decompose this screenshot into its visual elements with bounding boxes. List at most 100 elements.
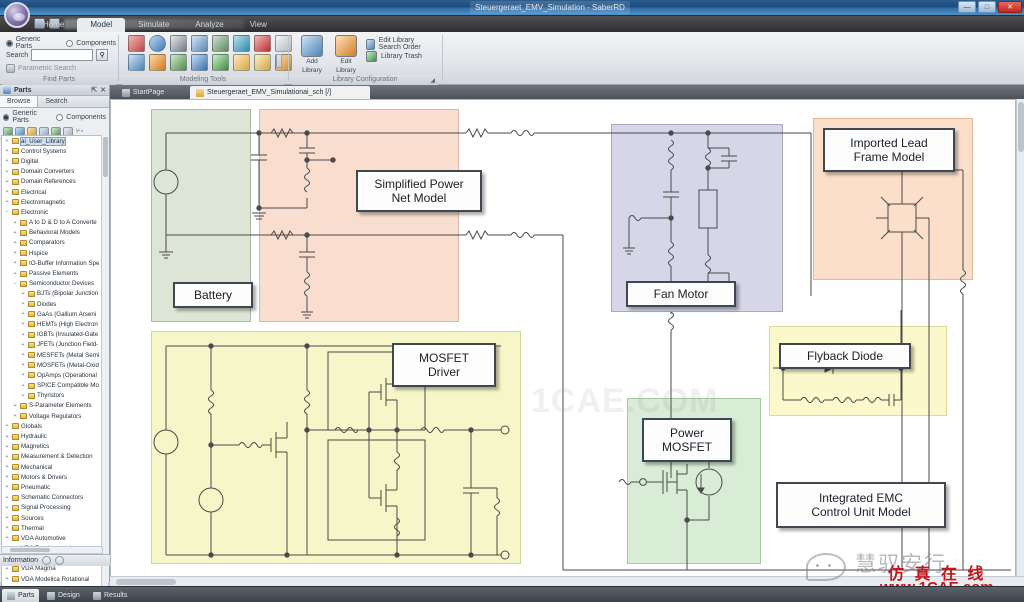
edit-library-search-order-button[interactable]: Edit Library Search Order	[366, 37, 438, 51]
expand-toggle-icon[interactable]: +	[20, 393, 26, 399]
parts-tree-horizontal-scrollbar[interactable]	[1, 546, 103, 554]
collapse-toggle-icon[interactable]: −	[12, 281, 18, 287]
tree-item[interactable]: +GaAs (Gallium Arseni	[2, 309, 102, 319]
edit-library-button[interactable]: Edit Library	[330, 35, 362, 75]
modeling-tools-overflow-button[interactable]	[276, 54, 282, 68]
minimize-button[interactable]: —	[958, 1, 976, 13]
tree-item[interactable]: +BJTs (Bipolar Junction	[2, 289, 102, 299]
tree-item[interactable]: +SPICE Compatible Mo	[2, 381, 102, 391]
expand-toggle-icon[interactable]: +	[20, 301, 26, 307]
library-config-dialog-launcher-icon[interactable]: ◢	[430, 77, 435, 84]
parts-tab-browse[interactable]: Browse	[0, 96, 38, 107]
tree-item[interactable]: +A to D & D to A Converte	[2, 218, 102, 228]
tool-export-icon[interactable]	[128, 54, 145, 71]
parts-tree-vertical-thumb[interactable]	[103, 137, 108, 177]
ribbon-tab-home[interactable]: Home	[30, 18, 77, 32]
library-trash-button[interactable]: Library Trash	[366, 51, 422, 62]
maximize-button[interactable]: □	[978, 1, 996, 13]
expand-toggle-icon[interactable]: +	[12, 240, 18, 246]
expand-toggle-icon[interactable]: +	[4, 535, 10, 541]
tool-folder-save-icon[interactable]	[254, 54, 271, 71]
tree-item[interactable]: +Comparators	[2, 238, 102, 248]
tool-symbol-icon[interactable]	[149, 35, 166, 52]
expand-toggle-icon[interactable]: +	[20, 291, 26, 297]
expand-toggle-icon[interactable]: +	[4, 576, 10, 582]
expand-toggle-icon[interactable]: +	[20, 362, 26, 368]
expand-toggle-icon[interactable]: +	[4, 454, 10, 460]
panel-radio-generic-parts[interactable]: Generic Parts	[3, 110, 50, 124]
information-help-icon[interactable]	[42, 556, 51, 565]
tree-item[interactable]: +Measurement & Detection	[2, 452, 102, 462]
canvas-vertical-scrollbar[interactable]	[1016, 99, 1024, 582]
expand-toggle-icon[interactable]: +	[4, 434, 10, 440]
tool-characterize-icon[interactable]	[170, 35, 187, 52]
tree-item[interactable]: +Signal Processing	[2, 503, 102, 513]
tree-item[interactable]: +HEMTs (High Electron	[2, 319, 102, 329]
tree-item[interactable]: +Sources	[2, 513, 102, 523]
tree-item[interactable]: +Globals	[2, 421, 102, 431]
radio-components[interactable]: Components	[66, 40, 116, 47]
tree-item[interactable]: +Domain References	[2, 177, 102, 187]
expand-toggle-icon[interactable]: +	[4, 484, 10, 490]
expand-toggle-icon[interactable]: +	[4, 474, 10, 480]
tree-item[interactable]: +JFETs (Junction Field-	[2, 340, 102, 350]
tool-table-lookup-icon[interactable]	[191, 35, 208, 52]
tool-check-icon[interactable]	[212, 54, 229, 71]
tree-item[interactable]: +MESFETs (Metal Semi	[2, 350, 102, 360]
tree-item[interactable]: +Control Systems	[2, 146, 102, 156]
parts-tree-horizontal-thumb[interactable]	[10, 548, 50, 552]
expand-toggle-icon[interactable]: +	[20, 332, 26, 338]
tree-item[interactable]: +MOSFETs (Metal-Oxid	[2, 360, 102, 370]
document-tab-schematic[interactable]: Steuergeraet_EMV_Simulationai_sch [/]	[190, 86, 370, 99]
expand-toggle-icon[interactable]: +	[20, 311, 26, 317]
expand-toggle-icon[interactable]: +	[12, 260, 18, 266]
bottom-tab-parts[interactable]: Parts	[2, 589, 39, 602]
pin-icon[interactable]: ⇱	[91, 86, 97, 94]
tree-item[interactable]: −Electronic	[2, 207, 102, 217]
tree-item[interactable]: +VDA Modelica Rotational	[2, 574, 102, 584]
expand-toggle-icon[interactable]: +	[4, 158, 10, 164]
tool-netlist-icon[interactable]	[170, 54, 187, 71]
expand-toggle-icon[interactable]: +	[4, 199, 10, 205]
tree-item[interactable]: +S-Parameter Elements	[2, 401, 102, 411]
tree-item[interactable]: +Behavioral Models	[2, 228, 102, 238]
expand-toggle-icon[interactable]: +	[20, 383, 26, 389]
tree-item[interactable]: +VDA Automotive	[2, 533, 102, 543]
expand-toggle-icon[interactable]: +	[4, 525, 10, 531]
expand-toggle-icon[interactable]: +	[12, 230, 18, 236]
tree-item[interactable]: +IGBTs (Insulated-Gate	[2, 330, 102, 340]
expand-toggle-icon[interactable]: +	[20, 372, 26, 378]
document-tab-startpage[interactable]: StartPage	[116, 86, 188, 99]
canvas-horizontal-thumb[interactable]	[116, 579, 176, 585]
tree-item[interactable]: +Motors & Drivers	[2, 472, 102, 482]
tree-item[interactable]: +Thermal	[2, 523, 102, 533]
expand-toggle-icon[interactable]: +	[20, 352, 26, 358]
expand-toggle-icon[interactable]: +	[12, 220, 18, 226]
tree-item[interactable]: +Mechanical	[2, 462, 102, 472]
parametric-search-button[interactable]: Parametric Search	[6, 64, 76, 73]
tree-item[interactable]: +Voltage Regulators	[2, 411, 102, 421]
expand-toggle-icon[interactable]: +	[4, 444, 10, 450]
tool-import-icon[interactable]	[233, 35, 250, 52]
information-settings-icon[interactable]	[55, 556, 64, 565]
bottom-tab-results[interactable]: Results	[88, 589, 132, 602]
tool-folder-open-icon[interactable]	[233, 54, 250, 71]
tool-graph-icon[interactable]	[191, 54, 208, 71]
expand-toggle-icon[interactable]: +	[4, 495, 10, 501]
tree-item[interactable]: +Diodes	[2, 299, 102, 309]
expand-toggle-icon[interactable]: +	[4, 169, 10, 175]
tree-item[interactable]: +Thyristors	[2, 391, 102, 401]
tool-template-icon[interactable]	[149, 54, 166, 71]
application-orb-button[interactable]	[4, 2, 30, 28]
expand-toggle-icon[interactable]: +	[4, 505, 10, 511]
tree-item[interactable]: +Hydraulic	[2, 431, 102, 441]
search-input[interactable]	[31, 49, 93, 61]
parts-tree-vertical-scrollbar[interactable]	[101, 135, 108, 602]
collapse-toggle-icon[interactable]: −	[4, 209, 10, 215]
expand-toggle-icon[interactable]: +	[4, 464, 10, 470]
parts-tab-search[interactable]: Search	[38, 96, 74, 107]
tree-item[interactable]: +Digital	[2, 156, 102, 166]
tree-item[interactable]: +Magnetics	[2, 442, 102, 452]
tree-item[interactable]: +ai_User_Library	[2, 136, 102, 146]
tree-item[interactable]: +Passive Elements	[2, 268, 102, 278]
